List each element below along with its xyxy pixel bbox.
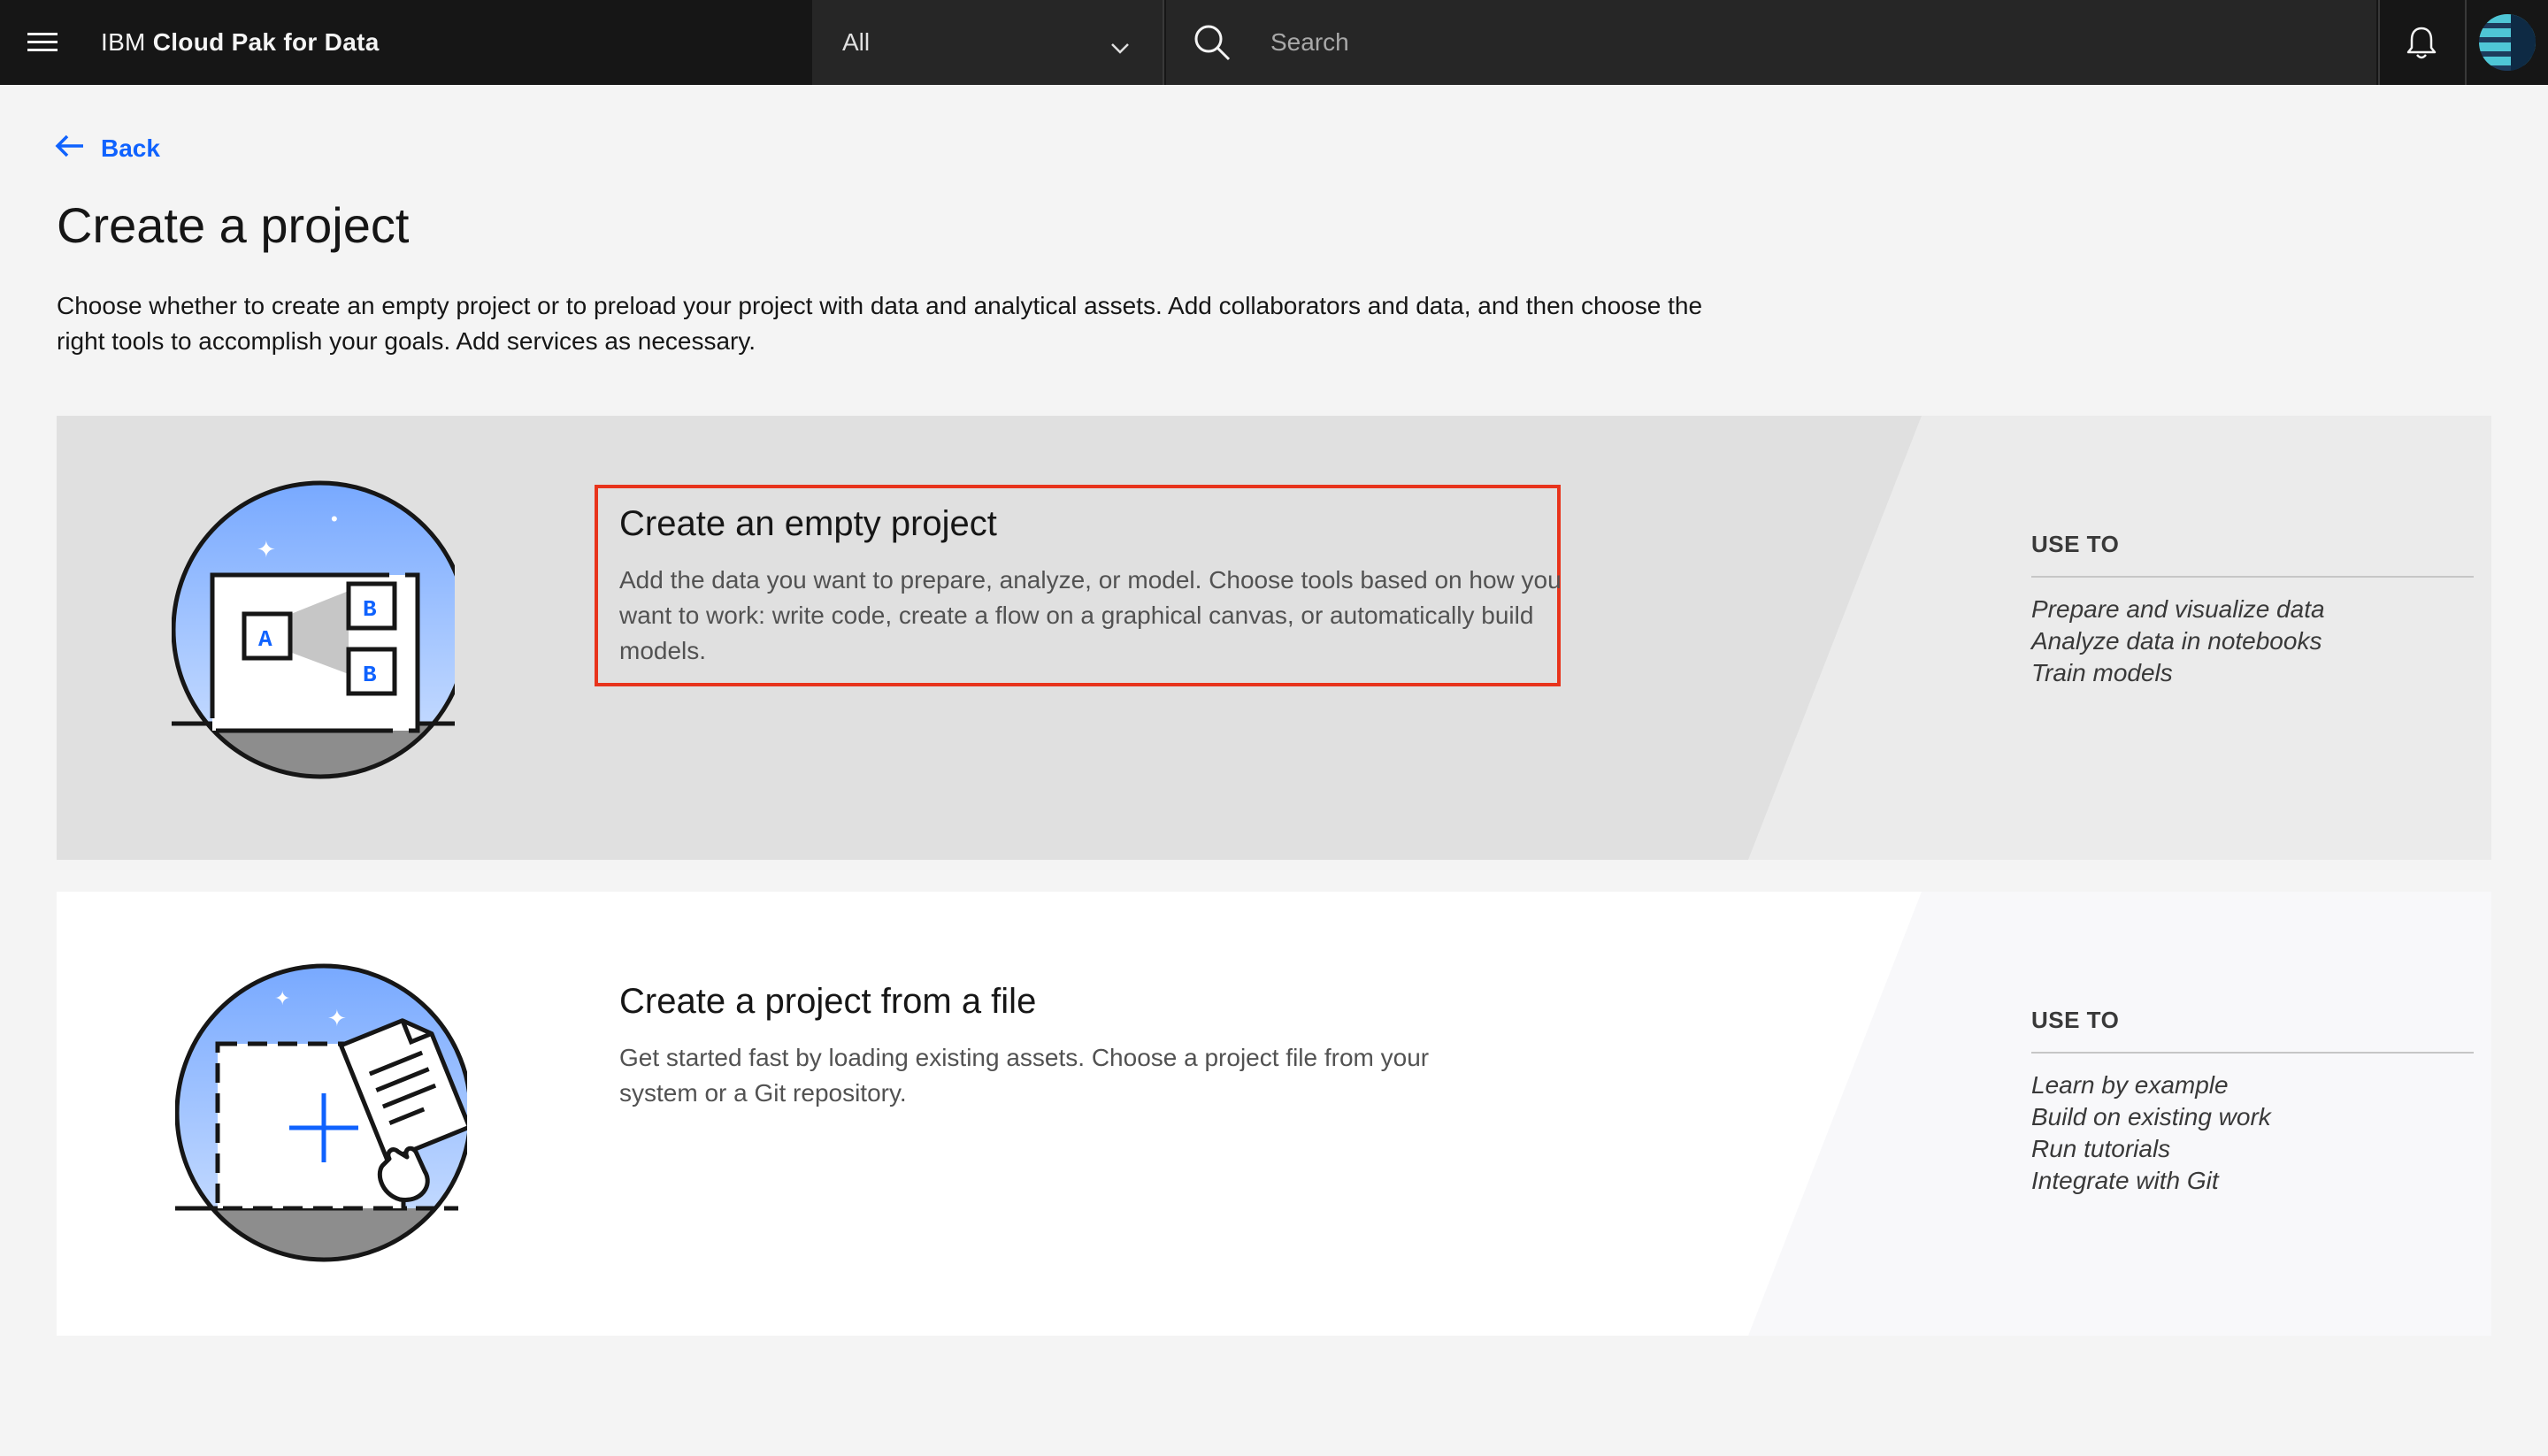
- avatar: [2479, 14, 2536, 71]
- use-to-section: USE TO Learn by example Build on existin…: [2031, 1007, 2474, 1197]
- svg-text:•: •: [331, 508, 338, 530]
- use-to-item: Integrate with Git: [2031, 1167, 2219, 1194]
- arrow-left-icon: [55, 134, 85, 165]
- create-empty-project-card[interactable]: • ✦ A B B Create an empty project Add th…: [57, 416, 2491, 860]
- chevron-down-icon: [1109, 34, 1131, 62]
- search-icon[interactable]: [1193, 23, 1232, 66]
- use-to-item: Train models: [2031, 659, 2173, 686]
- svg-text:B: B: [363, 596, 377, 623]
- card-title[interactable]: Create an empty project: [619, 504, 997, 544]
- notification-bell-icon[interactable]: [2378, 0, 2463, 85]
- use-to-item: Prepare and visualize data: [2031, 595, 2325, 623]
- use-to-item: Run tutorials: [2031, 1135, 2171, 1162]
- card-title[interactable]: Create a project from a file: [619, 982, 1036, 1022]
- card-description: Add the data you want to prepare, analyz…: [619, 566, 1562, 664]
- use-to-heading: USE TO: [2031, 531, 2474, 578]
- svg-text:✦: ✦: [327, 1005, 347, 1031]
- use-to-item: Analyze data in notebooks: [2031, 627, 2322, 655]
- scope-value: All: [842, 28, 871, 56]
- card-description: Get started fast by loading existing ass…: [619, 1044, 1430, 1107]
- use-to-list: Prepare and visualize data Analyze data …: [2031, 594, 2474, 689]
- use-to-list: Learn by example Build on existing work …: [2031, 1069, 2474, 1197]
- create-project-from-file-card[interactable]: ✦ ✦ Create a project from a file Get sta…: [57, 892, 2491, 1336]
- svg-text:A: A: [258, 626, 272, 653]
- brand-prefix: IBM: [101, 28, 146, 56]
- user-avatar-button[interactable]: [2465, 0, 2548, 85]
- top-header: IBM Cloud Pak for Data All: [0, 0, 2548, 85]
- hamburger-menu-icon[interactable]: [0, 0, 85, 85]
- back-label: Back: [101, 134, 160, 162]
- svg-text:B: B: [363, 662, 377, 688]
- use-to-heading: USE TO: [2031, 1007, 2474, 1054]
- page-title: Create a project: [57, 197, 410, 253]
- empty-project-illustration: • ✦ A B B: [157, 479, 483, 793]
- brand-name: Cloud Pak for Data: [152, 28, 380, 56]
- search-scope-dropdown[interactable]: All: [812, 0, 1164, 85]
- use-to-item: Build on existing work: [2031, 1103, 2271, 1130]
- product-brand[interactable]: IBM Cloud Pak for Data: [101, 0, 380, 85]
- global-search: [1166, 0, 2376, 85]
- page-description: Choose whether to create an empty projec…: [57, 292, 1703, 355]
- search-input[interactable]: [1270, 19, 2332, 65]
- svg-text:✦: ✦: [257, 536, 276, 563]
- use-to-item: Learn by example: [2031, 1071, 2229, 1099]
- project-from-file-illustration: ✦ ✦: [161, 962, 473, 1276]
- use-to-section: USE TO Prepare and visualize data Analyz…: [2031, 531, 2474, 689]
- svg-text:✦: ✦: [274, 987, 290, 1009]
- back-link[interactable]: Back: [55, 131, 160, 166]
